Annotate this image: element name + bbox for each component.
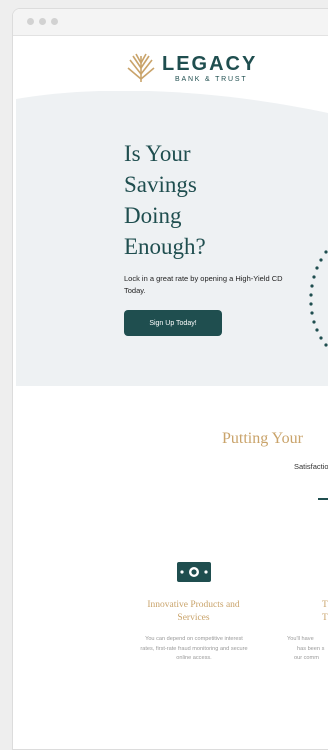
hero-title-line: Enough? (124, 234, 206, 259)
feature-description-line: our comm (294, 655, 319, 661)
money-icon (177, 562, 211, 582)
hero-subtitle: Lock in a great rate by opening a High-Y… (124, 274, 283, 295)
section-subtitle: Satisfactio (294, 462, 328, 471)
browser-title-bar (13, 9, 328, 36)
hero-title-line: Doing (124, 203, 182, 228)
hero-title-line: Savings (124, 172, 197, 197)
feature-description-line: has been s (297, 645, 325, 652)
browser-window: LEGACY BANK & TRUST Is Your Savings Doin… (12, 8, 328, 750)
logo-mark-icon (127, 53, 155, 82)
dotted-circle-decoration (309, 250, 328, 347)
window-maximize-dot[interactable] (51, 18, 58, 25)
sign-up-button[interactable]: Sign Up Today! (124, 310, 222, 336)
brand-name: LEGACY (162, 53, 258, 75)
window-close-dot[interactable] (27, 18, 34, 25)
feature-title-partial: T T (322, 600, 328, 623)
feature-title: Innovative Products and Services (147, 600, 240, 623)
section-divider (318, 498, 328, 500)
feature-description: You can depend on competitive interest r… (140, 636, 248, 661)
feature-description-line: You'll have (287, 636, 314, 642)
hero-title: Is Your Savings Doing Enough? (124, 138, 274, 262)
feature-description-partial: You'll have has been s our comm (287, 635, 328, 664)
section-title: Putting Your (222, 430, 303, 447)
brand-tagline: BANK & TRUST (175, 76, 248, 83)
window-minimize-dot[interactable] (39, 18, 46, 25)
hero-title-line: Is Your (124, 141, 191, 166)
page-content: LEGACY BANK & TRUST Is Your Savings Doin… (16, 36, 328, 749)
